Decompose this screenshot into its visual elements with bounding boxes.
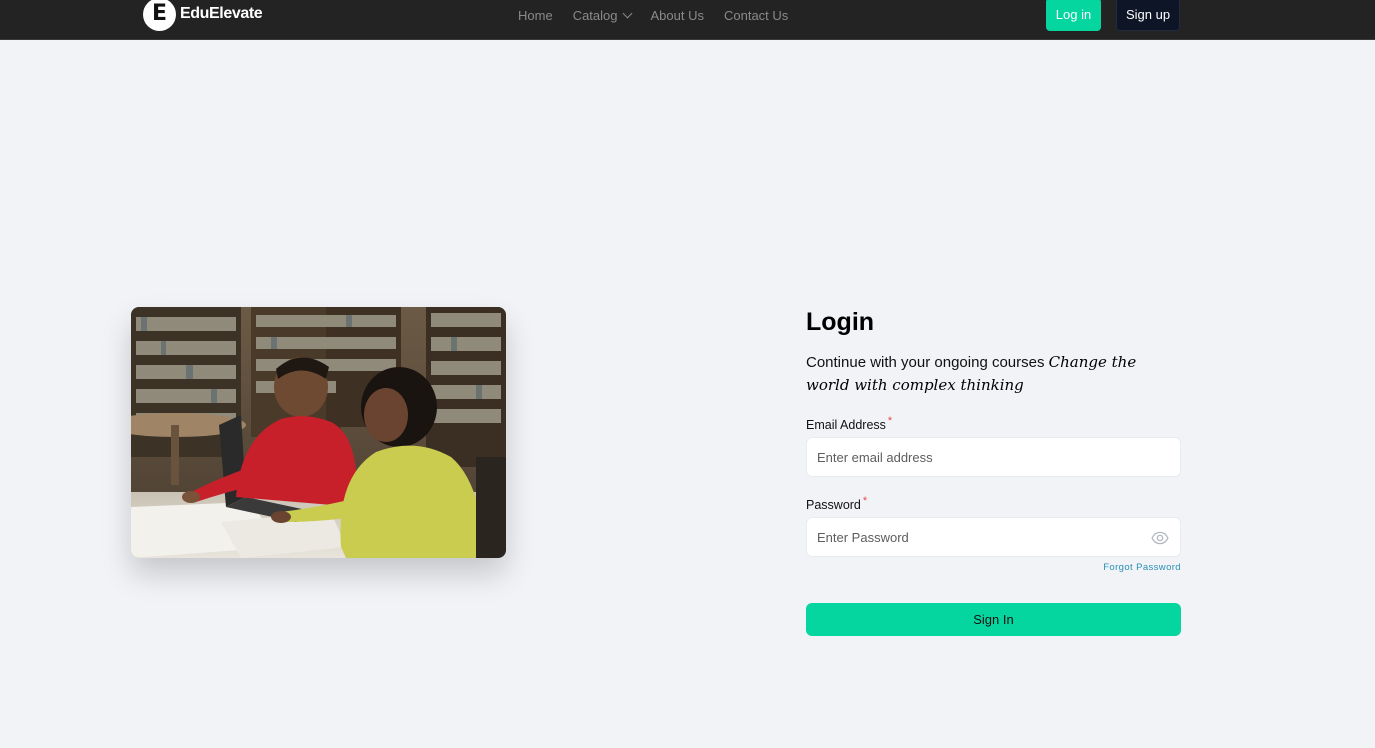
sign-in-button[interactable]: Sign In — [806, 603, 1181, 636]
top-navbar: E EduElevate Home Catalog About Us Conta… — [0, 0, 1375, 40]
password-label: Password * — [806, 495, 1181, 513]
password-field[interactable]: Enter Password — [806, 517, 1181, 557]
email-label: Email Address * — [806, 415, 1181, 433]
nav-link-catalog-label: Catalog — [572, 7, 618, 23]
logo-badge: E — [143, 0, 176, 31]
subtitle-text: Continue with your ongoing courses — [806, 354, 1045, 371]
login-button[interactable]: Log in — [1046, 0, 1101, 31]
nav-link-home[interactable]: Home — [518, 8, 553, 23]
nav-link-about[interactable]: About Us — [651, 8, 704, 23]
login-form: Login Continue with your ongoing courses… — [806, 306, 1181, 636]
password-label-text: Password — [806, 498, 861, 512]
page-title: Login — [806, 308, 875, 336]
students-image — [131, 307, 506, 558]
nav-links: Home Catalog About Us Contact Us — [518, 0, 788, 30]
eye-icon[interactable] — [1151, 529, 1169, 550]
logo-letter: E — [151, 1, 168, 26]
login-subtitle: Continue with your ongoing courses Chang… — [806, 351, 1176, 397]
logo-text: EduElevate — [180, 5, 263, 22]
signup-button[interactable]: Sign up — [1116, 0, 1180, 31]
forgot-password-link[interactable]: Forgot Password — [806, 562, 1181, 573]
site-logo[interactable]: E EduElevate — [143, 0, 263, 31]
required-marker: * — [887, 415, 893, 427]
students-illustration — [131, 307, 506, 558]
email-placeholder: Enter email address — [817, 449, 933, 465]
email-label-text: Email Address — [806, 418, 886, 432]
email-field[interactable]: Enter email address — [806, 437, 1181, 477]
required-marker: * — [862, 495, 868, 507]
nav-link-contact[interactable]: Contact Us — [724, 8, 788, 23]
nav-link-catalog[interactable]: Catalog — [572, 7, 632, 23]
chevron-down-icon — [622, 8, 632, 18]
password-placeholder: Enter Password — [817, 529, 909, 545]
